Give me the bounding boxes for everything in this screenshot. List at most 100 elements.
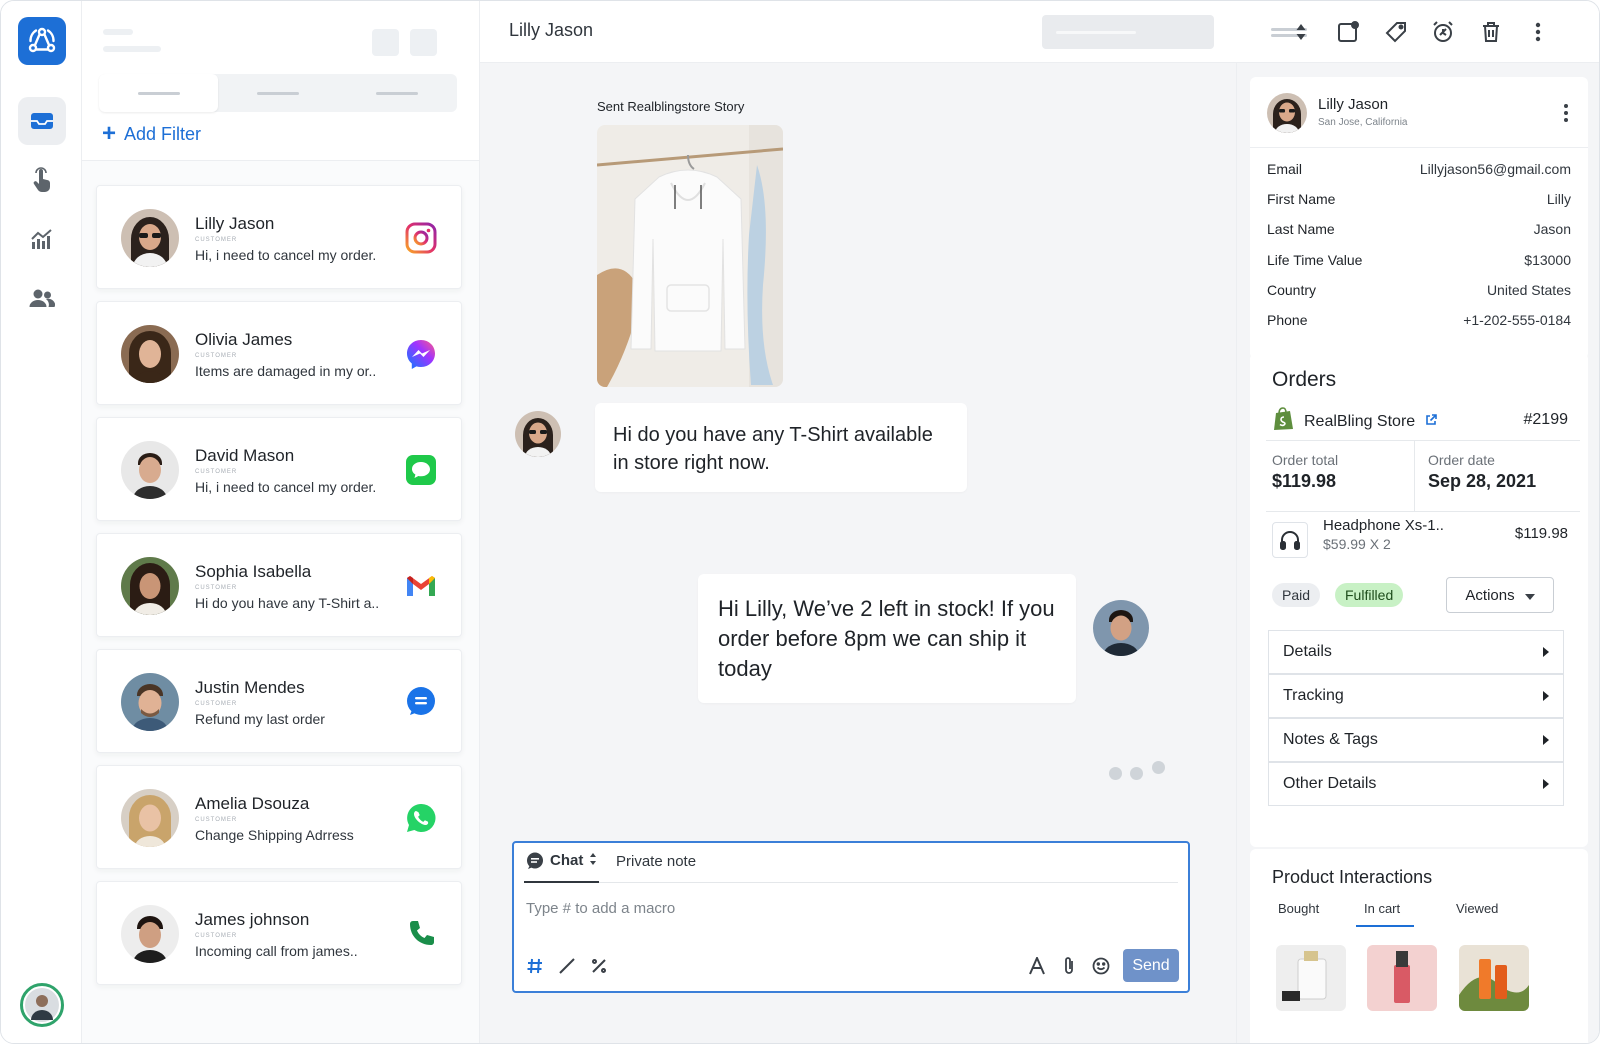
chat-mode-tab[interactable]: Chat — [524, 852, 600, 883]
updown-arrows-icon[interactable] — [1288, 19, 1314, 45]
last-message: Incoming call from james.. — [195, 943, 358, 959]
field-value: United States — [1486, 282, 1571, 298]
add-filter-button[interactable]: + Add Filter — [102, 121, 201, 147]
field-value: Jason — [1533, 221, 1571, 237]
sms-icon — [405, 454, 437, 486]
tab-in-cart[interactable]: In cart — [1364, 901, 1400, 916]
customer-tag: CUSTOMER — [195, 817, 238, 823]
contact-field: Life Time Value $13000 — [1267, 252, 1571, 272]
header-skeleton-button[interactable] — [410, 29, 437, 56]
orders-heading: Orders — [1272, 368, 1337, 391]
conversation-item[interactable]: James johnson CUSTOMER Incoming call fro… — [96, 881, 462, 985]
contact-location: San Jose, California — [1318, 117, 1408, 128]
field-label: Life Time Value — [1267, 252, 1363, 268]
divider — [1250, 147, 1588, 148]
emoji-icon[interactable] — [1090, 955, 1112, 977]
product-price: $119.98 — [1514, 525, 1568, 542]
list-tabs — [99, 74, 457, 112]
conversation-title: Lilly Jason — [509, 20, 594, 40]
story-image[interactable] — [597, 125, 783, 387]
touch-nav-icon[interactable] — [18, 156, 66, 204]
headphone-icon — [1272, 522, 1308, 558]
store-link[interactable]: RealBling Store — [1272, 407, 1437, 436]
app-logo-icon[interactable] — [18, 17, 66, 65]
customer-tag: CUSTOMER — [195, 933, 238, 939]
list-tab[interactable] — [338, 74, 457, 112]
chat-bubble-icon — [526, 852, 544, 874]
hashtag-icon[interactable] — [524, 955, 546, 977]
product-thumbnail[interactable] — [1367, 945, 1437, 1011]
tab-bought[interactable]: Bought — [1278, 901, 1319, 916]
paperclip-icon[interactable] — [1058, 955, 1080, 977]
contact-name: Sophia Isabella — [195, 562, 312, 581]
tab-viewed[interactable]: Viewed — [1456, 901, 1498, 916]
trash-icon[interactable] — [1478, 19, 1504, 45]
conversation-item[interactable]: Amelia Dsouza CUSTOMER Change Shipping A… — [96, 765, 462, 869]
snooze-note-icon[interactable] — [1335, 19, 1361, 45]
conversation-item[interactable]: David Mason CUSTOMER Hi, i need to cance… — [96, 417, 462, 521]
inbox-nav-icon[interactable] — [18, 97, 66, 145]
chevron-right-icon — [1543, 779, 1549, 789]
messenger-icon — [405, 338, 437, 370]
field-value: $13000 — [1524, 252, 1571, 268]
header-skeleton-button[interactable] — [372, 29, 399, 56]
contact-name: Lilly Jason — [195, 214, 275, 233]
conversation-item[interactable]: Justin Mendes CUSTOMER Refund my last or… — [96, 649, 462, 753]
analytics-nav-icon[interactable] — [18, 215, 66, 263]
caret-down-icon — [1524, 587, 1535, 604]
product-interactions-card: Product Interactions Bought In cart View… — [1250, 849, 1588, 1043]
field-label: Country — [1267, 282, 1317, 298]
search-input[interactable] — [1042, 15, 1214, 49]
paid-badge: Paid — [1272, 583, 1321, 607]
conversation-item[interactable]: Olivia James CUSTOMER Items are damaged … — [96, 301, 462, 405]
actions-dropdown[interactable]: Actions — [1446, 577, 1554, 613]
current-user-avatar[interactable] — [20, 983, 64, 1027]
text-format-icon[interactable] — [1026, 955, 1048, 977]
slash-icon[interactable] — [556, 955, 578, 977]
orders-card: Orders RealBling Store #2199 Order total… — [1250, 353, 1588, 847]
private-note-tab[interactable]: Private note — [616, 853, 696, 870]
contact-field: Country United States — [1267, 282, 1571, 302]
customer-tag: CUSTOMER — [195, 237, 238, 243]
plus-icon: + — [102, 120, 117, 147]
field-value: Lillyjason56@gmail.com — [1419, 161, 1571, 177]
details-section[interactable]: Details — [1268, 630, 1564, 674]
notes-tags-section[interactable]: Notes & Tags — [1268, 718, 1564, 762]
product-thumbnail[interactable] — [1459, 945, 1529, 1011]
tracking-section[interactable]: Tracking — [1268, 674, 1564, 718]
field-label: Phone — [1267, 312, 1308, 328]
conversation-item[interactable]: Lilly Jason CUSTOMER Hi, i need to cance… — [96, 185, 462, 289]
contact-name: Justin Mendes — [195, 678, 305, 697]
order-total-value: $119.98 — [1272, 471, 1337, 491]
left-rail — [1, 1, 82, 1043]
list-tab[interactable] — [99, 74, 219, 112]
more-vertical-icon[interactable] — [1558, 101, 1574, 125]
conversation-item[interactable]: Sophia Isabella CUSTOMER Hi do you have … — [96, 533, 462, 637]
customer-sidebar: Lilly Jason San Jose, California Email Li… — [1236, 63, 1599, 1043]
contacts-nav-icon[interactable] — [18, 274, 66, 322]
field-value: Lilly — [1546, 191, 1571, 207]
customer-tag: CUSTOMER — [195, 353, 238, 359]
other-details-section[interactable]: Other Details — [1268, 762, 1564, 806]
product-thumbnail[interactable] — [1276, 945, 1346, 1011]
send-button[interactable]: Send — [1123, 949, 1179, 982]
more-vertical-icon[interactable] — [1525, 19, 1551, 45]
avatar — [121, 905, 179, 963]
order-summary: Order total $119.98 Order date Sep 28, 2… — [1266, 440, 1580, 512]
updown-arrows-icon — [589, 852, 597, 870]
contact-name: James johnson — [195, 910, 310, 929]
customer-tag: CUSTOMER — [195, 701, 238, 707]
tag-icon[interactable] — [1383, 19, 1409, 45]
message-input[interactable] — [526, 895, 1166, 921]
avatar — [121, 325, 179, 383]
field-label: Email — [1267, 161, 1303, 177]
outgoing-message: Hi Lilly, We’ve 2 left in stock! If you … — [698, 574, 1076, 703]
alarm-clock-icon[interactable] — [1430, 19, 1456, 45]
field-label: Last Name — [1267, 221, 1335, 237]
actions-label: Actions — [1465, 586, 1515, 604]
contact-field: Phone +1-202-555-0184 — [1267, 312, 1571, 332]
chat-thread: Sent Realblingstore Story Hi do you have… — [480, 63, 1236, 1043]
percent-icon[interactable] — [588, 955, 610, 977]
story-label: Sent Realblingstore Story — [597, 99, 745, 114]
list-tab[interactable] — [218, 74, 337, 112]
